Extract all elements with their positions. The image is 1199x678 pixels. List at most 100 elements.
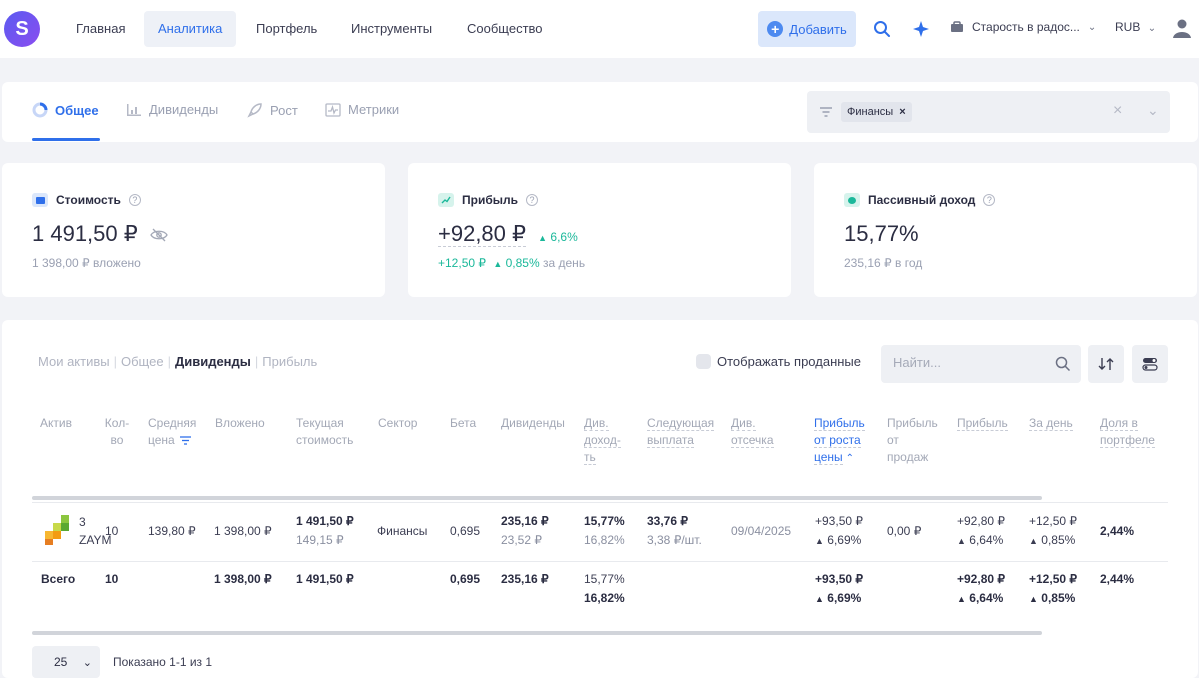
toggle-settings-icon <box>1142 358 1158 371</box>
tab-label: Дивиденды <box>149 102 219 117</box>
row-div-yield-alt: 16,82% <box>584 531 625 550</box>
filter-chip-label: Финансы <box>847 106 894 118</box>
arrow-up-icon: ▲ <box>538 233 548 243</box>
chevron-down-icon: ⌄ <box>82 656 92 669</box>
col-price-growth-profit[interactable]: Прибыль от роста цены ⌃ <box>814 415 865 467</box>
col-invested[interactable]: Вложено <box>215 415 265 432</box>
filter-chip: Финансы × <box>841 102 912 122</box>
separator: | <box>113 354 117 369</box>
view-profit[interactable]: Прибыль <box>262 354 317 369</box>
help-icon[interactable]: ? <box>983 194 996 206</box>
nav-portfolio[interactable]: Портфель <box>242 11 331 47</box>
row-next-payment-per-share: 3,38 ₽/шт. <box>647 531 702 550</box>
ai-star-icon[interactable] <box>911 19 931 39</box>
show-sold-checkbox[interactable]: Отображать проданные <box>696 354 861 369</box>
col-dividends[interactable]: Дивиденды <box>501 415 565 432</box>
col-cutoff[interactable]: Див. отсечка <box>731 415 774 449</box>
day-profit-amount: +12,50 ₽ <box>438 256 487 270</box>
arrow-up-icon: ▲ <box>1029 594 1038 604</box>
search-icon[interactable] <box>1055 356 1071 372</box>
horizontal-scrollbar[interactable] <box>32 496 1042 500</box>
checkbox-box[interactable] <box>696 354 711 369</box>
search-icon[interactable] <box>872 19 892 39</box>
tab-metrics[interactable]: Метрики <box>325 102 399 117</box>
profit-amount: +92,80 ₽ <box>438 221 527 247</box>
total-day-profit: +12,50 ₽ <box>1029 572 1078 586</box>
tab-dividends[interactable]: Дивиденды <box>126 102 218 117</box>
chip-remove-icon[interactable]: × <box>899 102 905 122</box>
total-day-pct-value: 0,85% <box>1041 591 1076 605</box>
row-day-pct: ▲ 0,85% <box>1029 531 1075 551</box>
account-selector[interactable]: Старость в радос... ⌄ <box>950 20 1096 34</box>
row-current-value: 1 491,50 ₽ <box>296 514 354 528</box>
sort-button[interactable] <box>1088 345 1124 383</box>
value-amount: 1 491,50 ₽ <box>32 221 138 246</box>
tab-general[interactable]: Общее <box>32 102 99 118</box>
view-dividends[interactable]: Дивиденды <box>175 354 251 369</box>
show-sold-label: Отображать проданные <box>717 354 861 369</box>
table-search[interactable] <box>881 345 1081 383</box>
col-day[interactable]: За день <box>1029 415 1073 432</box>
col-sector[interactable]: Сектор <box>378 415 417 432</box>
row-div-yield: 15,77% <box>584 514 625 528</box>
separator: | <box>167 354 171 369</box>
eye-off-icon[interactable] <box>150 228 168 242</box>
rocket-icon <box>247 103 262 118</box>
total-current-value: 1 491,50 ₽ <box>296 572 354 586</box>
row-growth-pct-value: 6,69% <box>827 533 862 547</box>
total-dividends: 235,16 ₽ <box>501 572 549 586</box>
col-current-value[interactable]: Текущая стоимость <box>296 415 353 449</box>
tab-label: Рост <box>270 102 298 118</box>
arrow-up-icon: ▲ <box>1029 536 1038 546</box>
search-input[interactable] <box>893 355 1043 370</box>
col-next-payment-label: Следующая выплата <box>647 416 715 448</box>
col-next-payment[interactable]: Следующая выплата <box>647 415 715 449</box>
total-growth-pct: ▲ 6,69% <box>815 589 861 609</box>
nav-tools[interactable]: Инструменты <box>337 11 446 47</box>
col-share-label: Доля в портфеле <box>1100 416 1155 448</box>
col-beta[interactable]: Бета <box>450 415 476 432</box>
add-button[interactable]: + Добавить <box>758 11 856 47</box>
filter-icon <box>820 107 832 117</box>
filter-icon <box>180 436 191 445</box>
nav-community[interactable]: Сообщество <box>453 11 557 47</box>
chevron-down-icon[interactable]: ⌄ <box>1147 102 1159 119</box>
total-share: 2,44% <box>1100 572 1135 586</box>
nav-home[interactable]: Главная <box>62 11 139 47</box>
card-title-label: Стоимость <box>56 193 121 207</box>
clear-filter-icon[interactable]: × <box>1113 102 1122 120</box>
col-profit[interactable]: Прибыль <box>957 415 1008 432</box>
row-avg-price: 139,80 ₽ <box>148 524 196 538</box>
help-icon[interactable]: ? <box>128 194 141 206</box>
arrow-up-icon: ▲ <box>493 259 503 269</box>
tab-growth[interactable]: Рост <box>247 102 298 118</box>
profit-change: ▲ 6,6% <box>538 230 578 244</box>
app-logo[interactable]: S <box>4 11 40 47</box>
total-qty: 10 <box>105 572 119 586</box>
assets-table-panel: Мои активы | Общее | Дивиденды | Прибыль Отобр… <box>2 320 1198 678</box>
col-portfolio-share[interactable]: Доля в портфеле <box>1100 415 1155 449</box>
nav-analytics[interactable]: Аналитика <box>144 11 237 47</box>
sector-filter[interactable]: Финансы × × ⌄ <box>807 91 1170 133</box>
row-current-price: 149,15 ₽ <box>296 531 344 550</box>
column-settings-button[interactable] <box>1132 345 1168 383</box>
page-size-select[interactable]: 25 ⌄ <box>32 646 100 678</box>
view-my-assets[interactable]: Мои активы <box>38 354 110 369</box>
bar-chart-icon <box>127 103 141 116</box>
user-avatar-icon[interactable] <box>1171 17 1193 39</box>
view-general[interactable]: Общее <box>121 354 164 369</box>
divider <box>32 561 1168 562</box>
top-navigation: S Главная Аналитика Портфель Инструменты… <box>0 0 1199 58</box>
arrow-up-icon: ▲ <box>957 594 966 604</box>
col-div-yield[interactable]: Див. доход- ть <box>584 415 621 466</box>
col-avg-price[interactable]: Средняя цена <box>148 415 196 449</box>
currency-label: RUB <box>1115 20 1141 34</box>
help-icon[interactable]: ? <box>526 194 538 206</box>
horizontal-scrollbar[interactable] <box>32 631 1042 635</box>
col-asset[interactable]: Актив <box>40 415 72 432</box>
asset-ticker-line1: 3 <box>79 515 86 529</box>
currency-selector[interactable]: RUB ⌄ <box>1115 20 1156 34</box>
col-sales-profit[interactable]: Прибыль от продаж <box>887 415 938 466</box>
col-qty[interactable]: Кол- во <box>102 415 132 449</box>
row-share: 2,44% <box>1100 524 1135 538</box>
